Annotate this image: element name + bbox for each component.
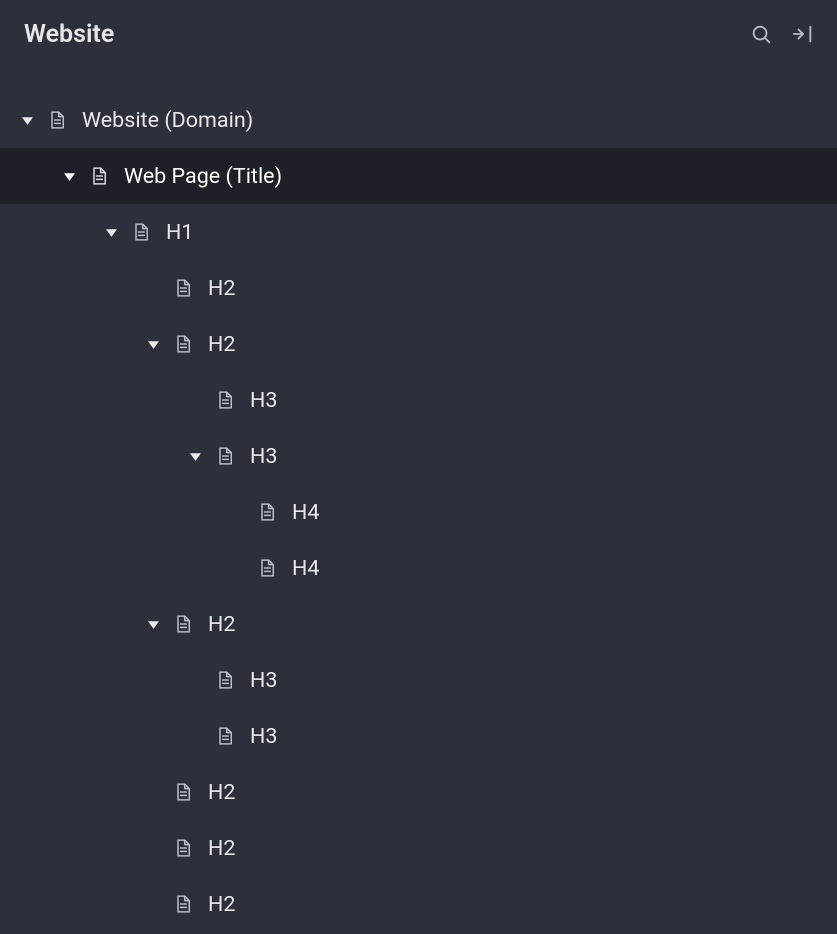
tree-row-label: H3 xyxy=(250,388,277,413)
tree-row[interactable]: H2 xyxy=(0,876,837,932)
indent-spacer xyxy=(20,792,146,793)
document-icon xyxy=(214,723,236,749)
tree-row-label: H2 xyxy=(208,836,235,861)
indent-spacer xyxy=(20,400,188,401)
tree-row[interactable]: H4 xyxy=(0,484,837,540)
chevron-down-icon[interactable] xyxy=(146,337,160,351)
tree-row[interactable]: H2 xyxy=(0,596,837,652)
document-icon xyxy=(214,667,236,693)
document-icon xyxy=(88,163,110,189)
tree-row-label: H2 xyxy=(208,892,235,917)
tree-row-label: H2 xyxy=(208,332,235,357)
document-icon xyxy=(172,331,194,357)
document-icon xyxy=(172,779,194,805)
tree-row[interactable]: H3 xyxy=(0,372,837,428)
chevron-down-icon[interactable] xyxy=(104,225,118,239)
collapse-panel-icon[interactable] xyxy=(791,22,815,46)
chevron-down-icon[interactable] xyxy=(146,617,160,631)
tree-row[interactable]: H2 xyxy=(0,764,837,820)
indent-spacer xyxy=(20,512,230,513)
tree-row[interactable]: H2 xyxy=(0,316,837,372)
indent-spacer xyxy=(20,568,230,569)
tree-row-label: H2 xyxy=(208,780,235,805)
document-icon xyxy=(256,499,278,525)
panel-header: Website xyxy=(0,0,837,68)
indent-spacer xyxy=(20,232,104,233)
document-icon xyxy=(214,443,236,469)
tree-row-label: H3 xyxy=(250,444,277,469)
chevron-down-icon[interactable] xyxy=(20,113,34,127)
document-icon xyxy=(46,107,68,133)
indent-spacer xyxy=(20,736,188,737)
document-icon xyxy=(256,555,278,581)
tree-row-label: Web Page (Title) xyxy=(124,164,282,189)
indent-spacer xyxy=(20,848,146,849)
chevron-down-icon[interactable] xyxy=(62,169,76,183)
tree-row[interactable]: H2 xyxy=(0,820,837,876)
tree-row-label: H2 xyxy=(208,612,235,637)
tree-row-label: H1 xyxy=(166,220,193,245)
header-actions xyxy=(749,22,815,46)
indent-spacer xyxy=(20,680,188,681)
indent-spacer xyxy=(20,904,146,905)
search-icon[interactable] xyxy=(749,22,773,46)
tree-row[interactable]: Web Page (Title) xyxy=(0,148,837,204)
tree-row-label: H4 xyxy=(292,556,319,581)
tree-row-label: H3 xyxy=(250,668,277,693)
tree-row-label: H3 xyxy=(250,724,277,749)
indent-spacer xyxy=(20,176,62,177)
tree-row[interactable]: H4 xyxy=(0,540,837,596)
tree-row[interactable]: H3 xyxy=(0,428,837,484)
tree-row-label: H2 xyxy=(208,276,235,301)
indent-spacer xyxy=(20,456,188,457)
document-icon xyxy=(172,275,194,301)
indent-spacer xyxy=(20,624,146,625)
tree-row[interactable]: H3 xyxy=(0,708,837,764)
tree-row[interactable]: H3 xyxy=(0,652,837,708)
indent-spacer xyxy=(20,288,146,289)
document-icon xyxy=(172,891,194,917)
document-icon xyxy=(130,219,152,245)
document-icon xyxy=(172,611,194,637)
indent-spacer xyxy=(20,344,146,345)
panel-title: Website xyxy=(24,20,114,49)
tree-row[interactable]: Website (Domain) xyxy=(0,92,837,148)
chevron-down-icon[interactable] xyxy=(188,449,202,463)
document-icon xyxy=(172,835,194,861)
tree-row[interactable]: H1 xyxy=(0,204,837,260)
tree-row[interactable]: H2 xyxy=(0,260,837,316)
document-icon xyxy=(214,387,236,413)
tree-row-label: H4 xyxy=(292,500,319,525)
tree-row-label: Website (Domain) xyxy=(82,108,253,133)
outline-tree: Website (Domain) Web Page (Title) H1 H2 H2 H3… xyxy=(0,68,837,932)
